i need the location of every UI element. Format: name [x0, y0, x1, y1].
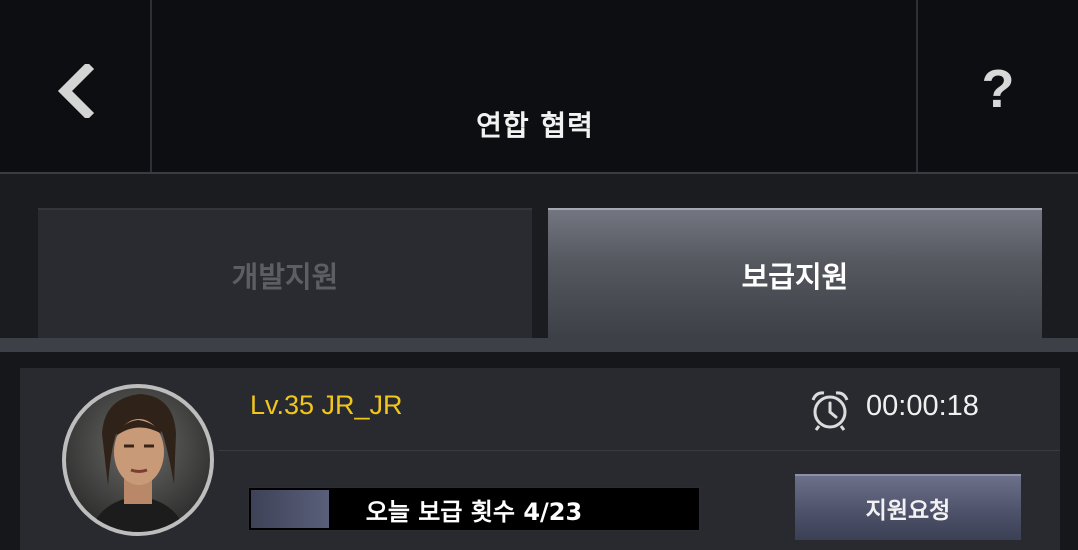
page-title: 연합 협력 [476, 109, 594, 142]
tab-label: 개발지원 [231, 260, 339, 294]
avatar [58, 374, 218, 542]
tab-development-support[interactable]: 개발지원 [38, 208, 532, 340]
chevron-left-icon [57, 64, 95, 118]
supply-progress-bar: 오늘 보급 횟수 4/23 [248, 487, 700, 531]
alarm-clock-icon [811, 391, 849, 431]
tab-supply-support[interactable]: 보급지원 [548, 208, 1042, 340]
progress-text: 오늘 보급 횟수 4/23 [365, 497, 583, 526]
help-button[interactable]: ? [918, 0, 1078, 172]
card-divider [218, 450, 1060, 451]
help-icon: ? [981, 59, 1015, 119]
member-name: Lv.35 JR_JR [250, 390, 403, 420]
back-button[interactable] [0, 0, 150, 172]
request-support-label: 지원요청 [865, 498, 951, 524]
tab-underline-strip [0, 338, 1078, 352]
request-support-button[interactable]: 지원요청 [795, 474, 1021, 540]
tab-label: 보급지원 [741, 260, 849, 294]
cooldown-timer: 00:00:18 [866, 390, 979, 422]
header-divider-left [150, 0, 152, 172]
